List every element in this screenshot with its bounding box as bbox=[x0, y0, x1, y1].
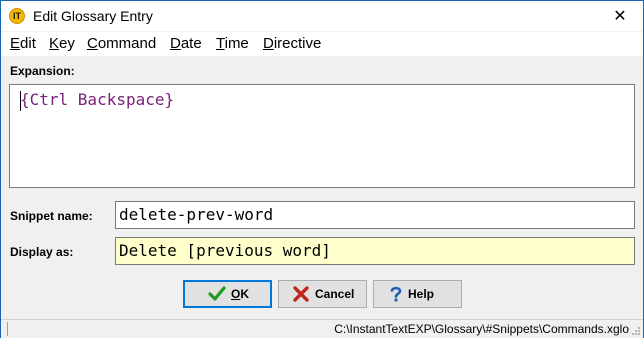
menu-time[interactable]: Time bbox=[216, 35, 249, 52]
menu-date[interactable]: Date bbox=[170, 35, 202, 52]
menu-edit-label: dit bbox=[20, 35, 36, 52]
close-button[interactable]: ✕ bbox=[597, 1, 643, 31]
menu-date-label: ate bbox=[180, 35, 202, 52]
menu-time-label: ime bbox=[224, 35, 249, 52]
expansion-text: {Ctrl Backspace} bbox=[20, 90, 175, 109]
status-divider bbox=[7, 322, 8, 336]
instanttext-logo-icon: IT bbox=[9, 8, 25, 24]
title-bar: IT Edit Glossary Entry ✕ bbox=[1, 1, 643, 31]
menu-directive-label: irective bbox=[273, 35, 322, 52]
cancel-label: Cancel bbox=[315, 287, 355, 301]
edit-glossary-entry-window: IT Edit Glossary Entry ✕ Edit Key Comman… bbox=[0, 0, 644, 338]
ok-label: OK bbox=[231, 287, 250, 301]
expansion-label: Expansion: bbox=[10, 64, 75, 78]
display-as-field[interactable]: Delete [previous word] bbox=[115, 237, 635, 265]
menu-date-accelerator: D bbox=[170, 35, 181, 52]
resize-grip-icon[interactable] bbox=[631, 326, 641, 336]
snippet-name-label: Snippet name: bbox=[10, 209, 93, 223]
menu-bar: Edit Key Command Date Time Directive bbox=[1, 32, 643, 56]
help-button[interactable]: Help bbox=[373, 280, 462, 308]
status-bar: C:\InstantTextEXP\Glossary\#Snippets\Com… bbox=[1, 319, 643, 338]
menu-time-accelerator: T bbox=[216, 35, 225, 52]
menu-command-accelerator: C bbox=[87, 35, 98, 52]
menu-edit-accelerator: E bbox=[10, 35, 21, 52]
help-label: Help bbox=[408, 287, 435, 301]
menu-edit[interactable]: Edit bbox=[10, 35, 36, 52]
expansion-textarea[interactable]: {Ctrl Backspace} bbox=[9, 84, 635, 188]
cancel-button[interactable]: Cancel bbox=[278, 280, 367, 308]
menu-directive[interactable]: Directive bbox=[263, 35, 321, 52]
red-x-icon bbox=[293, 286, 309, 302]
menu-directive-accelerator: D bbox=[263, 35, 274, 52]
menu-key-accelerator: K bbox=[49, 35, 60, 52]
menu-command-label: ommand bbox=[97, 35, 157, 52]
menu-key[interactable]: Key bbox=[49, 35, 75, 52]
menu-key-label: ey bbox=[59, 35, 75, 52]
checkmark-icon bbox=[208, 286, 226, 301]
glossary-file-path: C:\InstantTextEXP\Glossary\#Snippets\Com… bbox=[334, 322, 629, 336]
question-mark-icon bbox=[390, 286, 402, 302]
ok-button[interactable]: OK bbox=[183, 280, 272, 308]
window-title: Edit Glossary Entry bbox=[33, 8, 153, 24]
menu-command[interactable]: Command bbox=[87, 35, 156, 52]
display-as-label: Display as: bbox=[10, 245, 74, 259]
snippet-name-field[interactable]: delete-prev-word bbox=[115, 201, 635, 229]
close-icon: ✕ bbox=[613, 6, 627, 25]
